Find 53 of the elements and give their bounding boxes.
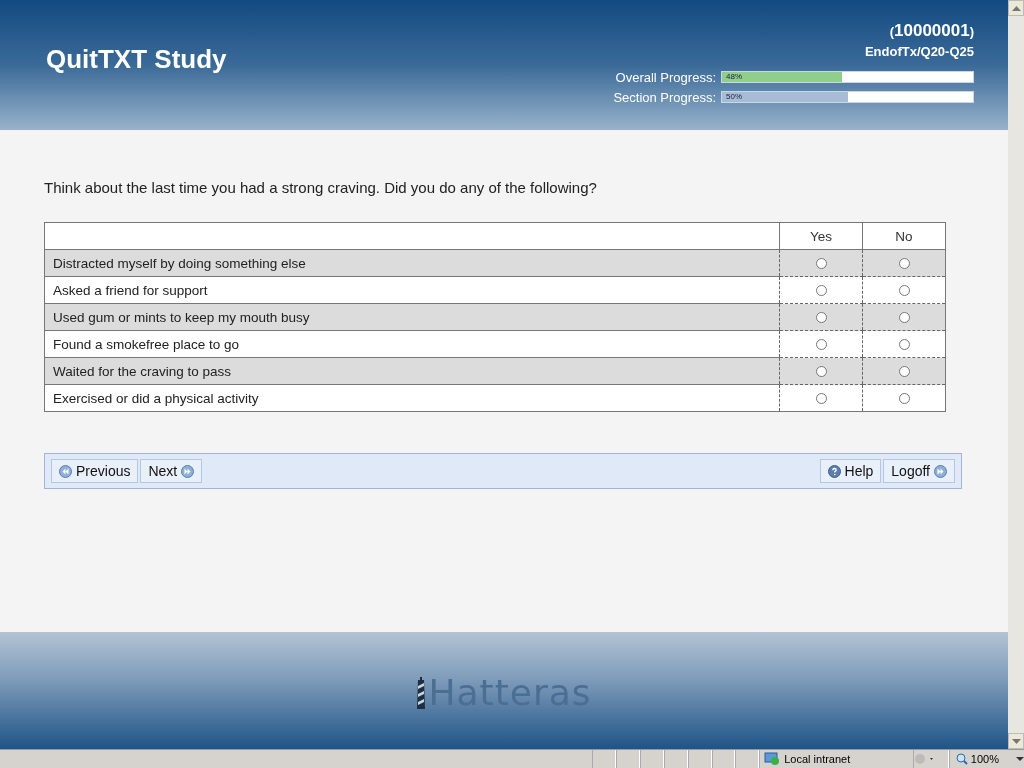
rewind-icon bbox=[59, 464, 72, 478]
item-label: Used gum or mints to keep my mouth busy bbox=[44, 303, 780, 331]
zone-label: Local intranet bbox=[784, 753, 851, 765]
scroll-down-icon[interactable] bbox=[1008, 733, 1024, 749]
zoom-level[interactable]: 100% bbox=[948, 750, 1024, 768]
globe-icon bbox=[764, 752, 781, 766]
radio-button[interactable] bbox=[815, 258, 827, 270]
radio-button[interactable] bbox=[898, 258, 910, 270]
caret-icon bbox=[1015, 757, 1024, 761]
next-button[interactable]: Next bbox=[140, 459, 203, 483]
help-button[interactable]: Help bbox=[819, 459, 882, 483]
status-pane bbox=[592, 750, 617, 768]
radio-button[interactable] bbox=[815, 312, 827, 324]
progress-label: Overall Progress: bbox=[615, 69, 716, 85]
item-label: Distracted myself by doing something else bbox=[44, 249, 780, 277]
item-label: Exercised or did a physical activity bbox=[44, 384, 780, 412]
scroll-up-icon[interactable] bbox=[1008, 0, 1024, 16]
magnifier-icon bbox=[955, 753, 968, 765]
progress-label: Section Progress: bbox=[613, 89, 716, 105]
radio-button[interactable] bbox=[898, 366, 910, 378]
fast-forward-icon bbox=[934, 464, 947, 478]
logoff-button[interactable]: Logoff bbox=[883, 459, 955, 483]
fast-forward-icon bbox=[181, 464, 195, 478]
item-label: Waited for the craving to pass bbox=[44, 357, 780, 385]
help-icon bbox=[827, 464, 841, 478]
progress-percent: 48% bbox=[726, 72, 742, 82]
radio-button[interactable] bbox=[898, 285, 910, 297]
column-header: No bbox=[862, 222, 946, 250]
radio-button[interactable] bbox=[815, 339, 827, 351]
participant-id: (10000001) bbox=[889, 21, 974, 41]
radio-button[interactable] bbox=[898, 393, 910, 405]
previous-button[interactable]: Previous bbox=[51, 459, 139, 483]
status-pane bbox=[640, 750, 664, 768]
column-header: Yes bbox=[779, 222, 863, 250]
radio-button[interactable] bbox=[815, 366, 827, 378]
status-pane bbox=[687, 750, 712, 768]
item-label: Asked a friend for support bbox=[44, 276, 780, 304]
radio-button[interactable] bbox=[815, 285, 827, 297]
status-pane bbox=[711, 750, 736, 768]
section-name: EndofTx/Q20-Q25 bbox=[864, 44, 974, 59]
vertical-scrollbar[interactable] bbox=[1008, 0, 1024, 749]
protected-mode-icon[interactable] bbox=[913, 750, 949, 768]
radio-button[interactable] bbox=[815, 393, 827, 405]
question-text: Think about the last time you had a strong craving. Did you do any of the following? bbox=[44, 179, 598, 196]
radio-button[interactable] bbox=[898, 339, 910, 351]
study-title: QuitTXT Study bbox=[46, 44, 227, 76]
progress-percent: 50% bbox=[726, 92, 742, 102]
status-pane bbox=[735, 750, 760, 768]
status-pane bbox=[663, 750, 688, 768]
item-label: Found a smokefree place to go bbox=[44, 330, 780, 358]
status-pane bbox=[616, 750, 641, 768]
lighthouse-icon bbox=[416, 676, 427, 709]
radio-button[interactable] bbox=[898, 312, 910, 324]
